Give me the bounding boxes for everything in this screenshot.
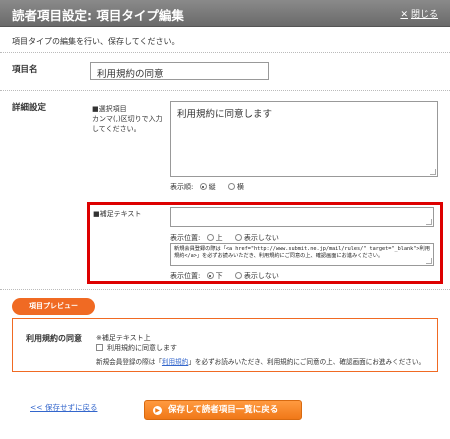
- upper-position-hide-radio[interactable]: [234, 234, 242, 241]
- lower-position-hide-label: 表示しない: [243, 272, 279, 280]
- supplement-label: ■補足テキスト: [93, 210, 142, 218]
- save-and-return-button[interactable]: ▶ 保存して読者項目一覧に戻る: [144, 400, 302, 420]
- choices-textarea[interactable]: 利用規約に同意します: [170, 101, 438, 177]
- lower-position-bottom-radio[interactable]: [206, 272, 214, 279]
- supplement-lower-textarea[interactable]: 新規会員登録の際は「<a href="http://www.submit.ne.…: [170, 243, 434, 266]
- upper-position-top-label: 上: [215, 234, 223, 242]
- close-label: 閉じる: [410, 10, 438, 20]
- supplement-upper-textarea[interactable]: [170, 207, 434, 227]
- preview-checkbox-label: 利用規約に同意します: [107, 344, 177, 352]
- preview-checkbox[interactable]: [96, 344, 103, 351]
- choices-value: 利用規約に同意します: [177, 109, 273, 120]
- back-without-saving-link[interactable]: << 保存せずに戻る: [30, 402, 97, 413]
- lower-position-label: 表示位置:: [170, 272, 201, 280]
- choices-hint: カンマ(,)区切りで入力してください。: [92, 115, 163, 133]
- title-bar: 読者項目設定: 項目タイプ編集 ✕ 閉じる: [0, 0, 450, 27]
- preview-bottom-text: 新規会員登録の際は「利用規約」を必ずお読みいただき、利用規約にご同意の上、確認画…: [96, 356, 425, 366]
- preview-note-upper: ※補足テキスト上: [96, 334, 151, 342]
- upper-position-hide-label: 表示しない: [243, 234, 279, 242]
- divider: [0, 90, 450, 91]
- lower-position-bottom-label: 下: [215, 272, 223, 280]
- save-button-label: 保存して読者項目一覧に戻る: [168, 405, 279, 415]
- order-horizontal-radio[interactable]: [227, 183, 235, 190]
- window-title: 読者項目設定: 項目タイプ編集: [12, 8, 184, 23]
- upper-position-row: 表示位置: 上 表示しない: [170, 233, 279, 243]
- lower-position-hide-radio[interactable]: [234, 272, 242, 279]
- order-vertical-radio[interactable]: [199, 183, 207, 190]
- display-order-row: 表示順: 縦 横: [170, 182, 244, 192]
- arrow-right-icon: ▶: [153, 406, 162, 415]
- choices-label: ■選択項目: [92, 105, 127, 113]
- lower-position-row: 表示位置: 下 表示しない: [170, 271, 279, 281]
- preview-rules-link[interactable]: 利用規約: [162, 358, 188, 366]
- item-name-label: 項目名: [12, 65, 38, 75]
- detail-settings-label: 詳細設定: [12, 103, 47, 113]
- order-horizontal-label: 横: [236, 183, 244, 191]
- supplement-lower-value: 新規会員登録の際は「<a href="http://www.submit.ne.…: [174, 246, 430, 259]
- upper-position-top-radio[interactable]: [206, 234, 214, 241]
- preview-field-label: 利用規約の同意: [26, 334, 82, 343]
- upper-position-label: 表示位置:: [170, 234, 201, 242]
- page-description: 項目タイプの編集を行い、保存してください。: [12, 37, 180, 46]
- preview-tab: 項目プレビュー: [12, 298, 95, 315]
- preview-bottom-after: 」を必ずお読みいただき、利用規約にご同意の上、確認画面にお進みください。: [188, 358, 426, 366]
- order-vertical-label: 縦: [208, 183, 216, 191]
- preview-checkbox-row: 利用規約に同意します: [96, 343, 177, 353]
- close-button[interactable]: ✕ 閉じる: [400, 7, 438, 20]
- preview-bottom-before: 新規会員登録の際は「: [96, 358, 162, 366]
- divider: [0, 289, 450, 290]
- item-name-input[interactable]: 利用規約の同意: [90, 62, 269, 80]
- divider: [0, 52, 450, 53]
- close-icon: ✕: [400, 10, 408, 20]
- display-order-label: 表示順:: [170, 183, 194, 191]
